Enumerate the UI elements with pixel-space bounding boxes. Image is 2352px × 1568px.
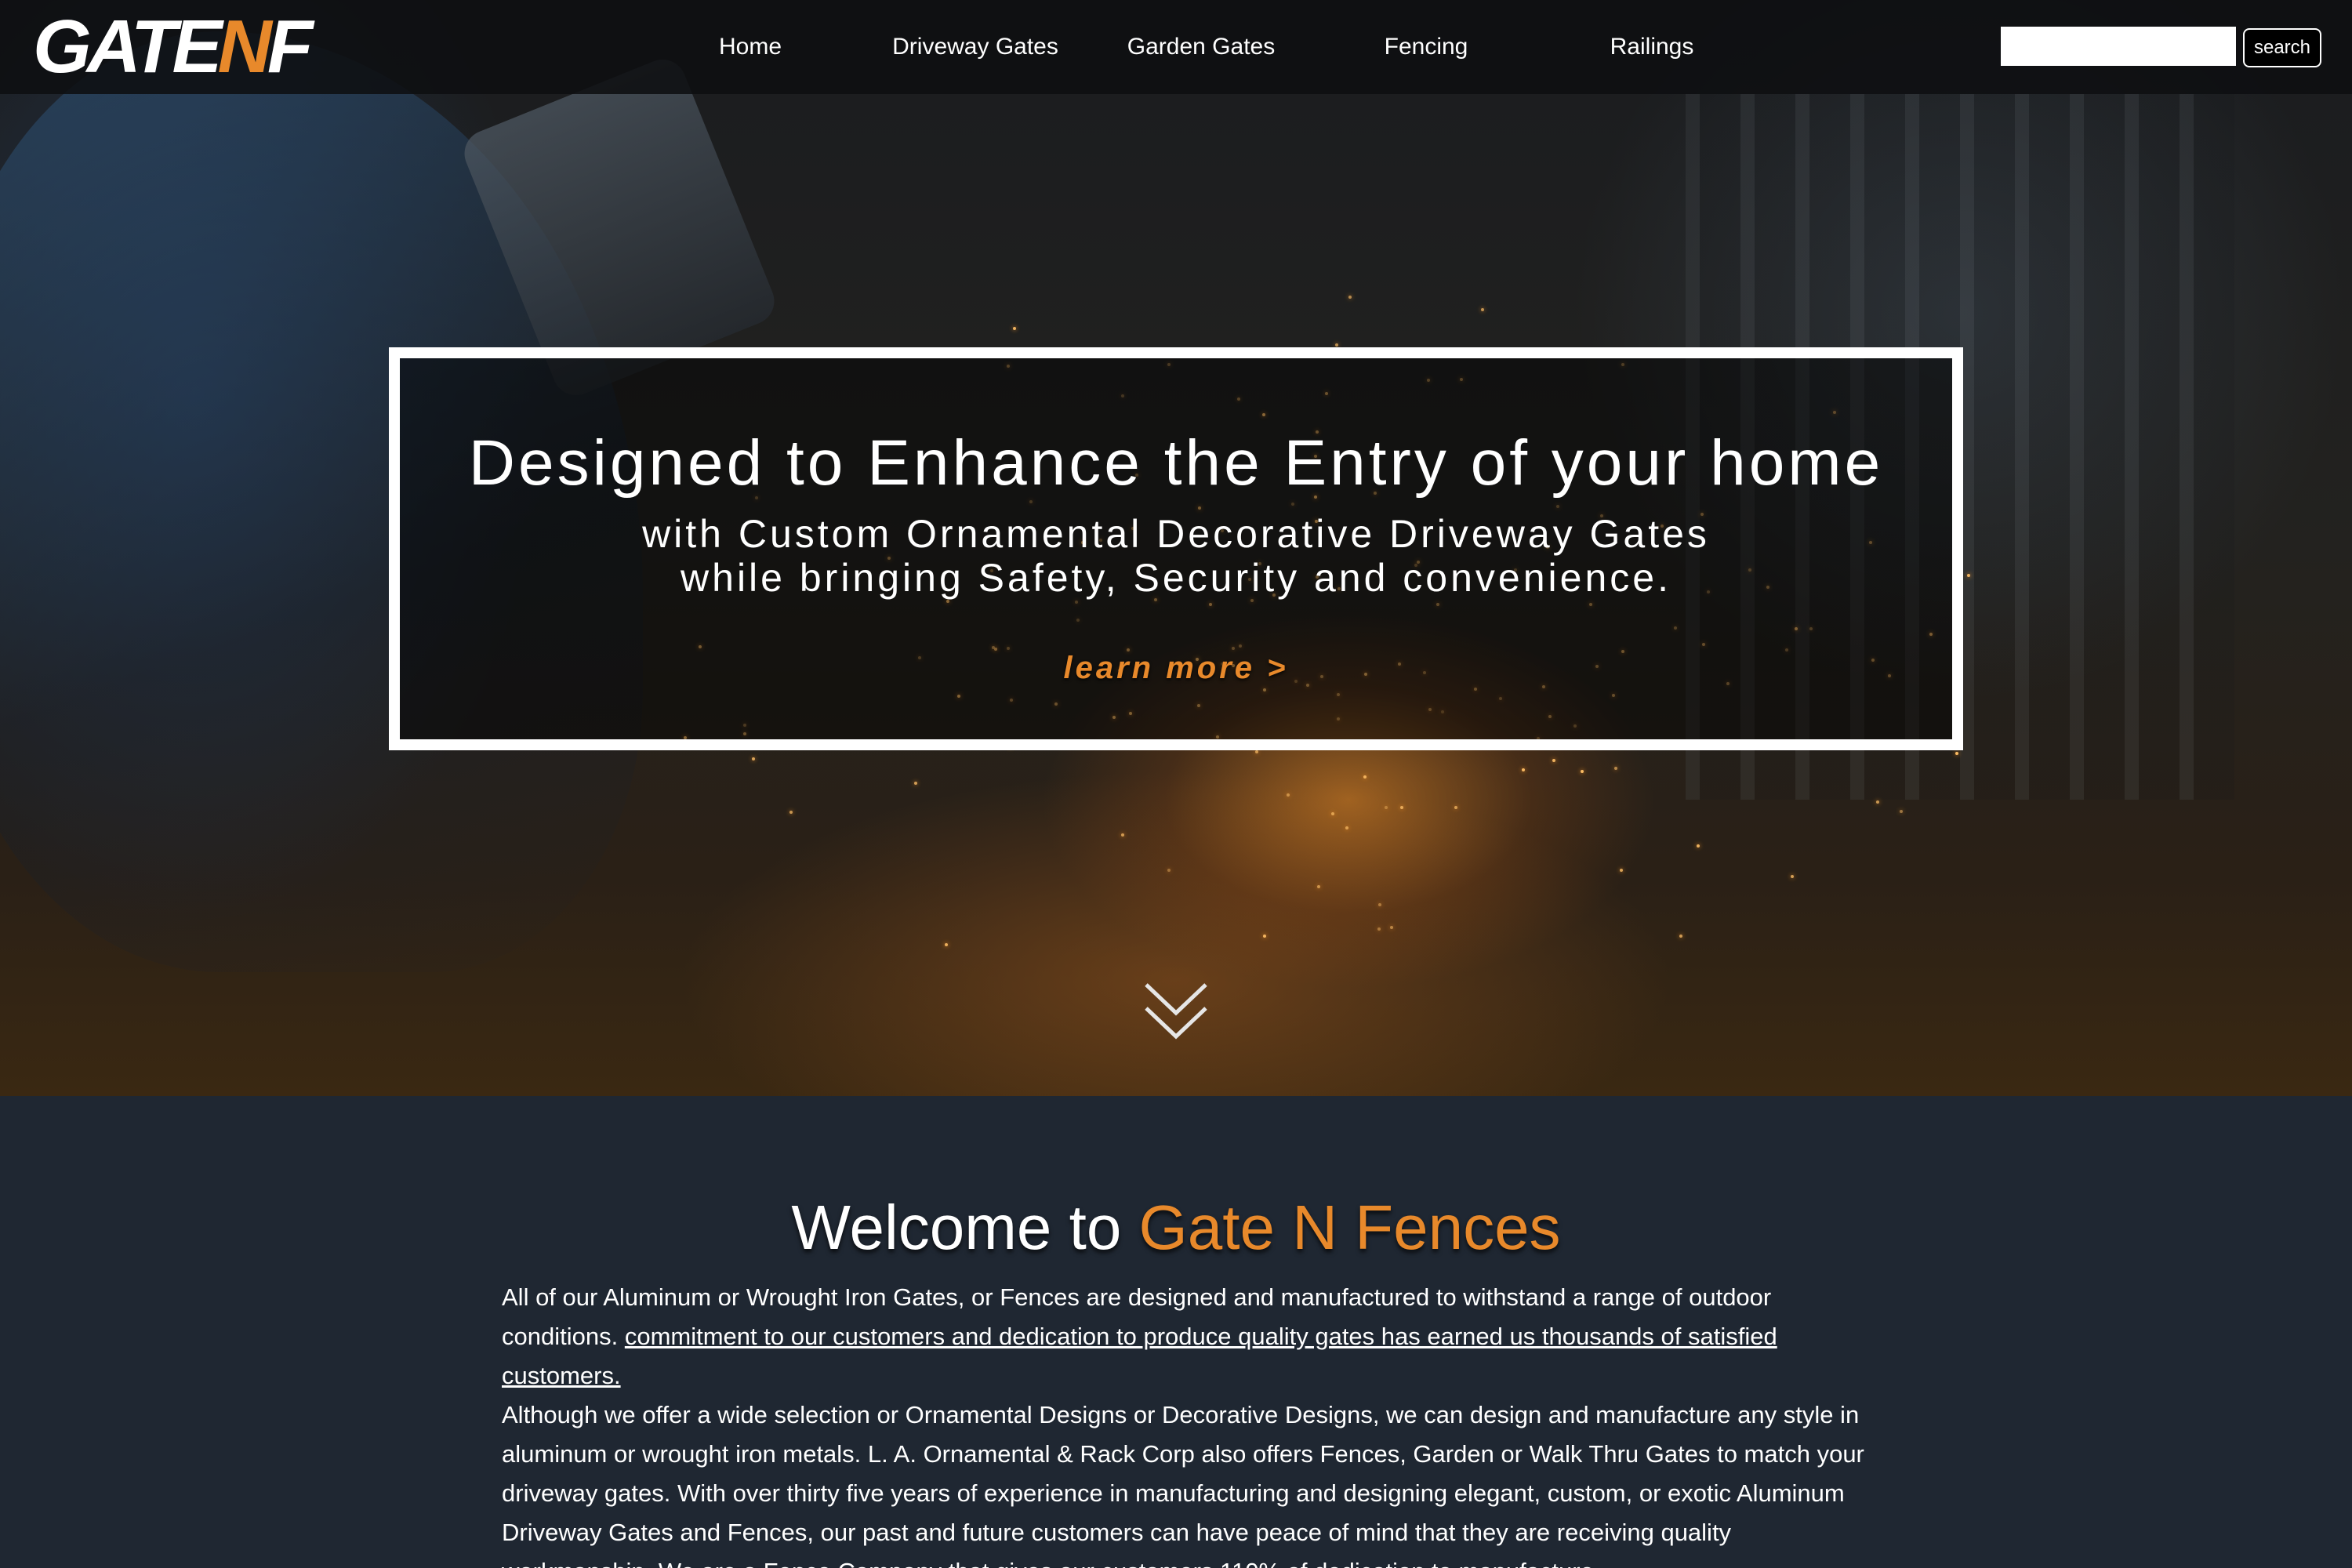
spark-particle bbox=[1389, 926, 1393, 930]
hero-subtitle-line2: while bringing Safety, Security and conv… bbox=[681, 556, 1671, 600]
logo-text-end: F bbox=[267, 5, 314, 89]
spark-particle bbox=[1121, 833, 1125, 837]
spark-particle bbox=[1377, 927, 1381, 931]
spark-particle bbox=[1620, 868, 1624, 872]
spark-particle bbox=[1454, 805, 1458, 809]
hero-subtitle-line1: with Custom Ornamental Decorative Drivew… bbox=[642, 512, 1710, 556]
spark-particle bbox=[789, 810, 793, 814]
spark-particle bbox=[1900, 810, 1904, 813]
spark-particle bbox=[1334, 343, 1338, 347]
logo-text-accent: N bbox=[217, 5, 272, 89]
spark-particle bbox=[1522, 768, 1525, 771]
spark-particle bbox=[1286, 793, 1290, 797]
spark-particle bbox=[752, 757, 756, 761]
spark-particle bbox=[1348, 295, 1352, 299]
spark-particle bbox=[1679, 934, 1683, 938]
welcome-heading-accent: Gate N Fences bbox=[1138, 1192, 1561, 1262]
nav-item-fencing[interactable]: Fencing bbox=[1332, 31, 1520, 63]
welcome-heading-prefix: Welcome to bbox=[791, 1192, 1139, 1262]
nav-item-driveway-gates[interactable]: Driveway Gates bbox=[881, 31, 1069, 63]
nav-item-home[interactable]: Home bbox=[656, 31, 844, 63]
hero-message-box: Designed to Enhance the Entry of your ho… bbox=[389, 347, 1963, 750]
spark-particle bbox=[1384, 806, 1388, 810]
spark-particle bbox=[914, 781, 918, 785]
spark-particle bbox=[945, 942, 949, 946]
welcome-paragraph-2: Although we offer a wide selection or Or… bbox=[502, 1401, 1864, 1568]
double-chevron-down-icon[interactable] bbox=[1143, 982, 1209, 1041]
welcome-paragraph-1: All of our Aluminum or Wrought Iron Gate… bbox=[502, 1278, 1866, 1396]
spark-particle bbox=[1696, 844, 1700, 848]
spark-particle bbox=[1363, 775, 1367, 779]
learn-more-link[interactable]: learn more > bbox=[400, 648, 1952, 688]
hero-banner: Designed to Enhance the Entry of your ho… bbox=[0, 0, 2352, 1096]
search-input[interactable] bbox=[2001, 27, 2236, 66]
logo-text-main: GATE bbox=[33, 5, 223, 89]
hero-title: Designed to Enhance the Entry of your ho… bbox=[468, 427, 1884, 499]
nav-item-garden-gates[interactable]: Garden Gates bbox=[1107, 31, 1295, 63]
nav-item-railings[interactable]: Railings bbox=[1558, 31, 1746, 63]
spark-particle bbox=[1875, 800, 1879, 804]
site-logo[interactable]: GATENF bbox=[33, 5, 314, 89]
welcome-section: Welcome to Gate N Fences All of our Alum… bbox=[0, 1096, 2352, 1568]
spark-particle bbox=[1378, 903, 1381, 907]
welcome-heading: Welcome to Gate N Fences bbox=[0, 1189, 2352, 1267]
commitment-link[interactable]: commitment to our customers and dedicati… bbox=[502, 1323, 1777, 1389]
spark-particle bbox=[1399, 805, 1403, 809]
top-navigation-bar: GATENF Home Driveway Gates Garden Gates … bbox=[0, 0, 2352, 94]
search-button[interactable]: search bbox=[2243, 28, 2321, 67]
spark-particle bbox=[1552, 759, 1555, 763]
spark-particle bbox=[1317, 884, 1321, 888]
welcome-body: All of our Aluminum or Wrought Iron Gate… bbox=[502, 1278, 1866, 1568]
spark-particle bbox=[1613, 766, 1617, 770]
spark-particle bbox=[1481, 307, 1485, 311]
spark-particle bbox=[1331, 812, 1335, 816]
spark-particle bbox=[1345, 826, 1349, 830]
spark-particle bbox=[1167, 868, 1171, 872]
spark-particle bbox=[1263, 934, 1267, 938]
spark-particle bbox=[1012, 327, 1016, 331]
spark-particle bbox=[1581, 769, 1584, 773]
spark-particle bbox=[1791, 875, 1795, 879]
spark-particle bbox=[1255, 750, 1259, 754]
